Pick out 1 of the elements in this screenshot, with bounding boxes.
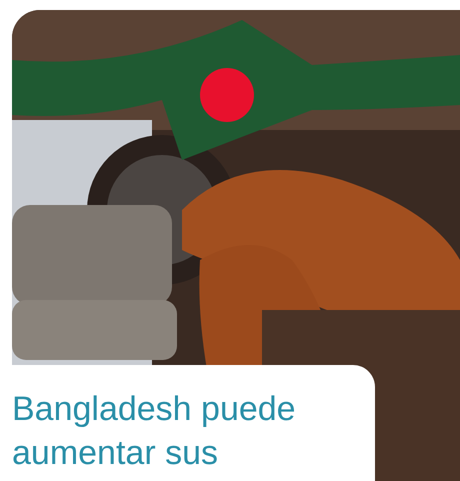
article-title: Bangladesh puede aumentar sus [12, 389, 297, 474]
